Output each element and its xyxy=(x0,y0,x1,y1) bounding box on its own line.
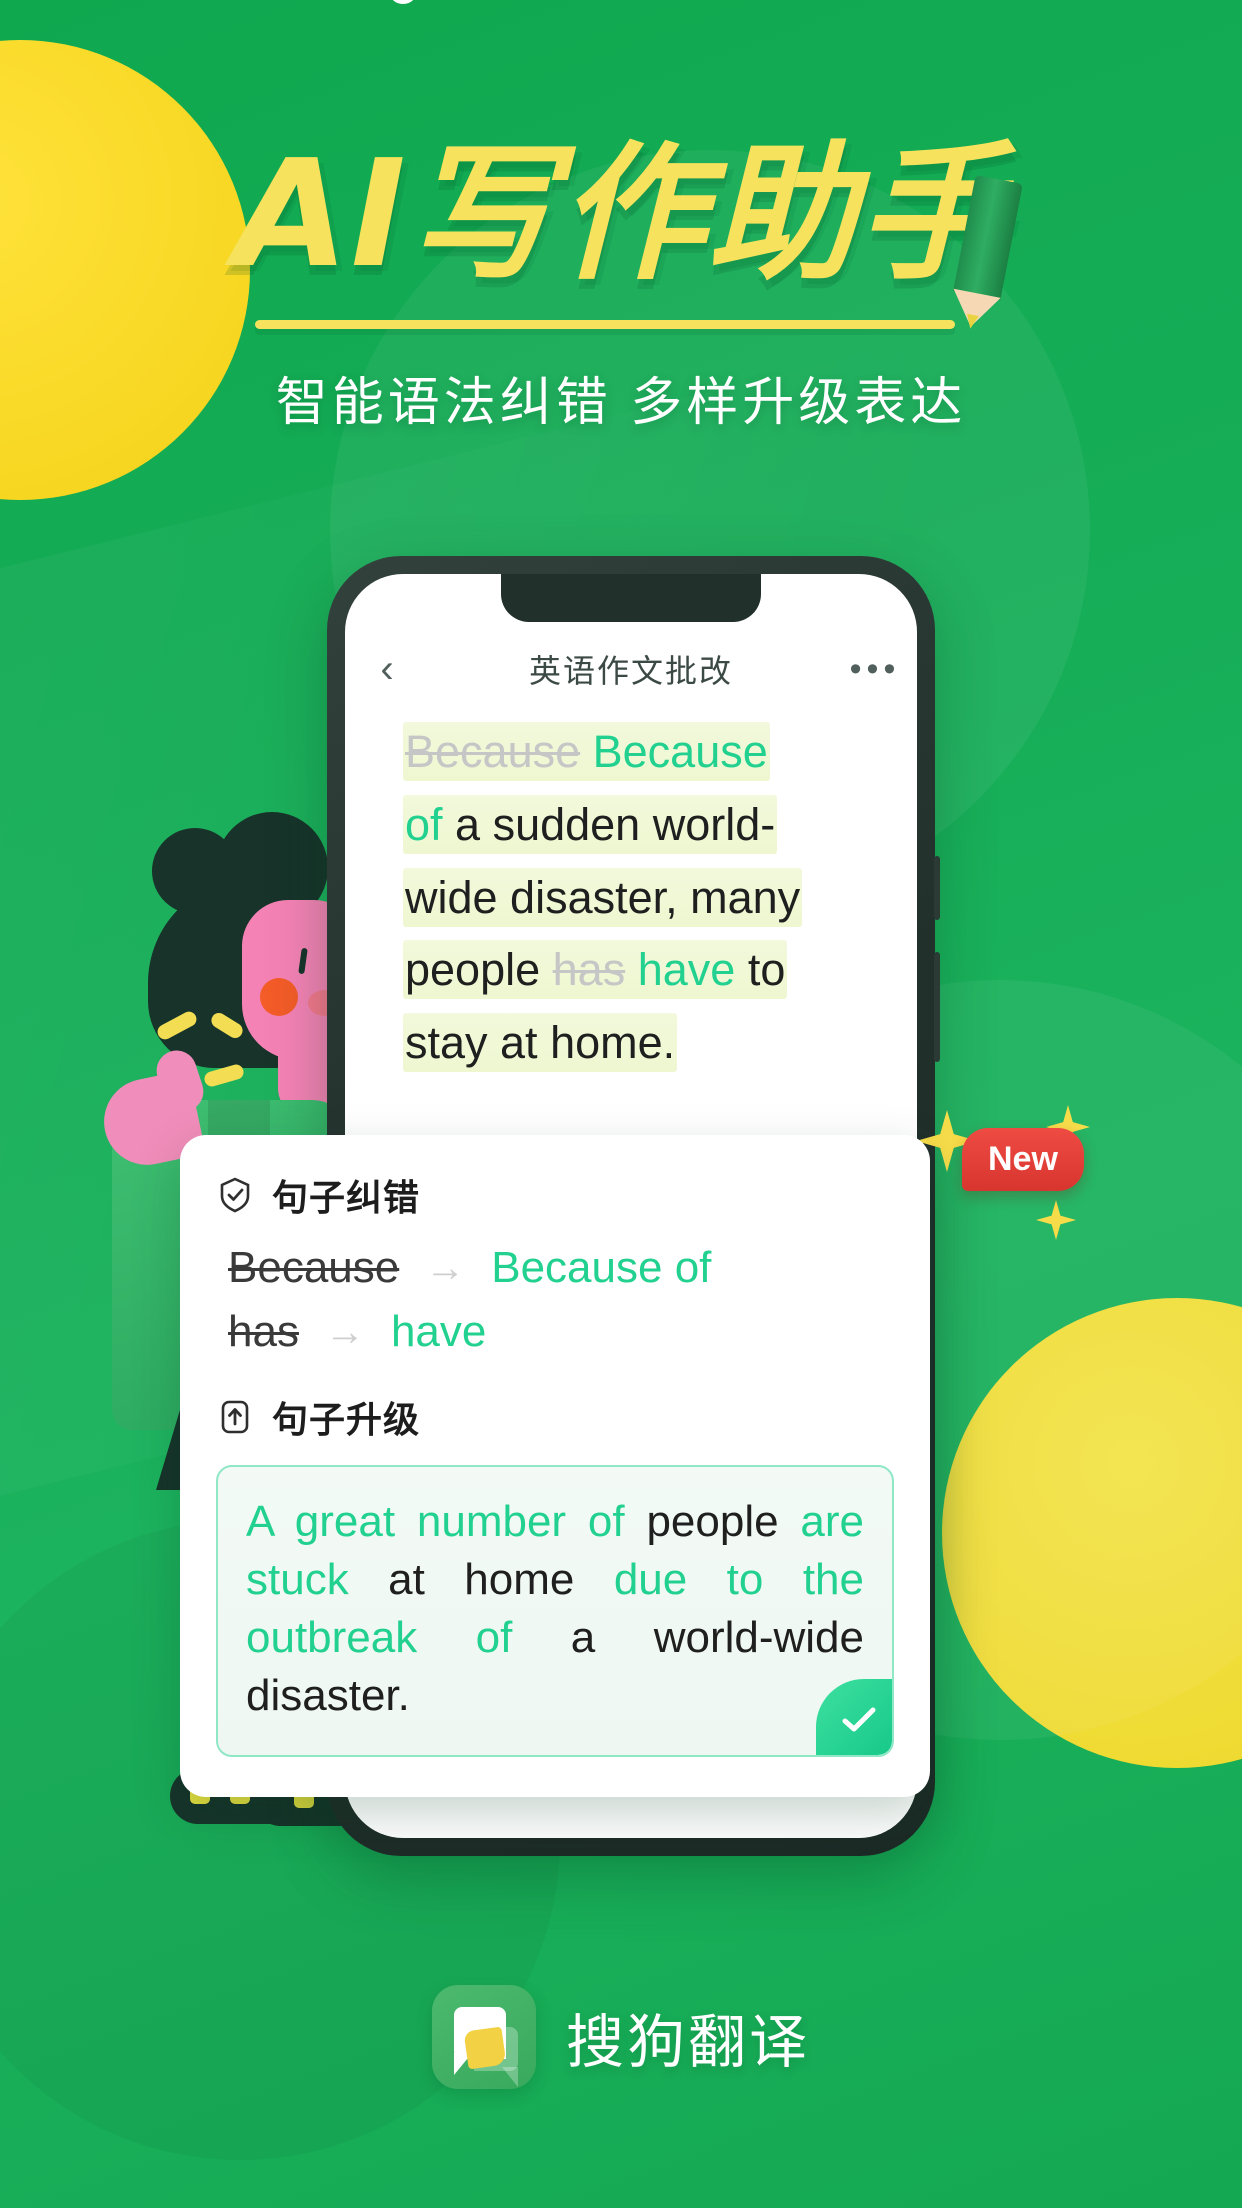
upgrade-section-title: 句子升级 xyxy=(272,1399,421,1440)
cheek-left xyxy=(260,978,298,1016)
essay-line: of a sudden world- xyxy=(403,794,873,856)
correction-new-text: have xyxy=(390,1307,487,1356)
hero-title: AI写作助手 xyxy=(234,128,1008,300)
brand-footer: 搜狗翻译 xyxy=(0,1985,1242,2089)
correction-row[interactable]: has → have xyxy=(228,1307,894,1357)
ellipsis-icon[interactable]: ••• xyxy=(833,650,917,689)
suggestion-card: 句子纠错 Because → Because of has → have 句子升… xyxy=(180,1135,930,1798)
essay-fixed-word: have xyxy=(637,944,736,996)
essay-fixed-word: Because xyxy=(592,726,768,777)
logo-bubble-yellow xyxy=(463,2026,507,2070)
correction-section-header: 句子纠错 xyxy=(216,1169,894,1221)
essay-text: Because Because of a sudden world- wide … xyxy=(403,722,873,1086)
correction-old-text: Because xyxy=(228,1243,400,1292)
arrow-right-icon: → xyxy=(425,1246,466,1290)
arrow-up-box-icon xyxy=(216,1398,254,1436)
correction-new-text: Because of xyxy=(491,1243,712,1292)
essay-line: stay at home. xyxy=(403,1013,873,1074)
back-icon[interactable]: ‹ xyxy=(345,649,429,689)
check-icon xyxy=(842,1707,876,1732)
hero-title-dot-icon xyxy=(388,0,418,4)
phone-notch xyxy=(501,574,761,622)
hero-section: AI写作助手 xyxy=(0,140,1242,288)
correction-section-title: 句子纠错 xyxy=(272,1177,421,1218)
upgraded-sentence-box[interactable]: A great number of people are stuck at ho… xyxy=(216,1465,894,1758)
essay-strike-word: has xyxy=(552,944,626,996)
upgraded-sentence: A great number of people are stuck at ho… xyxy=(246,1497,865,1721)
phone-power-button xyxy=(934,952,940,1062)
essay-line: wide disaster, many xyxy=(403,867,873,929)
shield-check-icon xyxy=(216,1176,254,1214)
essay-line: people has have to xyxy=(403,940,873,1001)
essay-strike-word: Because xyxy=(405,726,581,777)
essay-fixed-word: of xyxy=(405,798,443,850)
arrow-right-icon: → xyxy=(324,1310,365,1354)
upgrade-section-header: 句子升级 xyxy=(216,1391,894,1443)
sogou-chat-bubble-logo-icon xyxy=(431,1985,536,2089)
poster-root: AI写作助手 智能语法纠错 多样升级表达 ‹ 英语作文批改 ••• Becaus… xyxy=(0,0,1242,2208)
correction-row[interactable]: Because → Because of xyxy=(228,1243,894,1293)
correction-old-text: has xyxy=(228,1307,299,1356)
app-navbar: ‹ 英语作文批改 ••• xyxy=(345,632,917,706)
new-badge: New xyxy=(962,1128,1084,1191)
app-title: 英语作文批改 xyxy=(528,653,733,689)
hero-subtitle: 智能语法纠错 多样升级表达 xyxy=(275,374,967,432)
brand-name: 搜狗翻译 xyxy=(565,2010,810,2075)
hero-underline xyxy=(255,320,955,329)
essay-line: Because Because xyxy=(403,722,873,783)
phone-volume-button xyxy=(934,856,940,920)
